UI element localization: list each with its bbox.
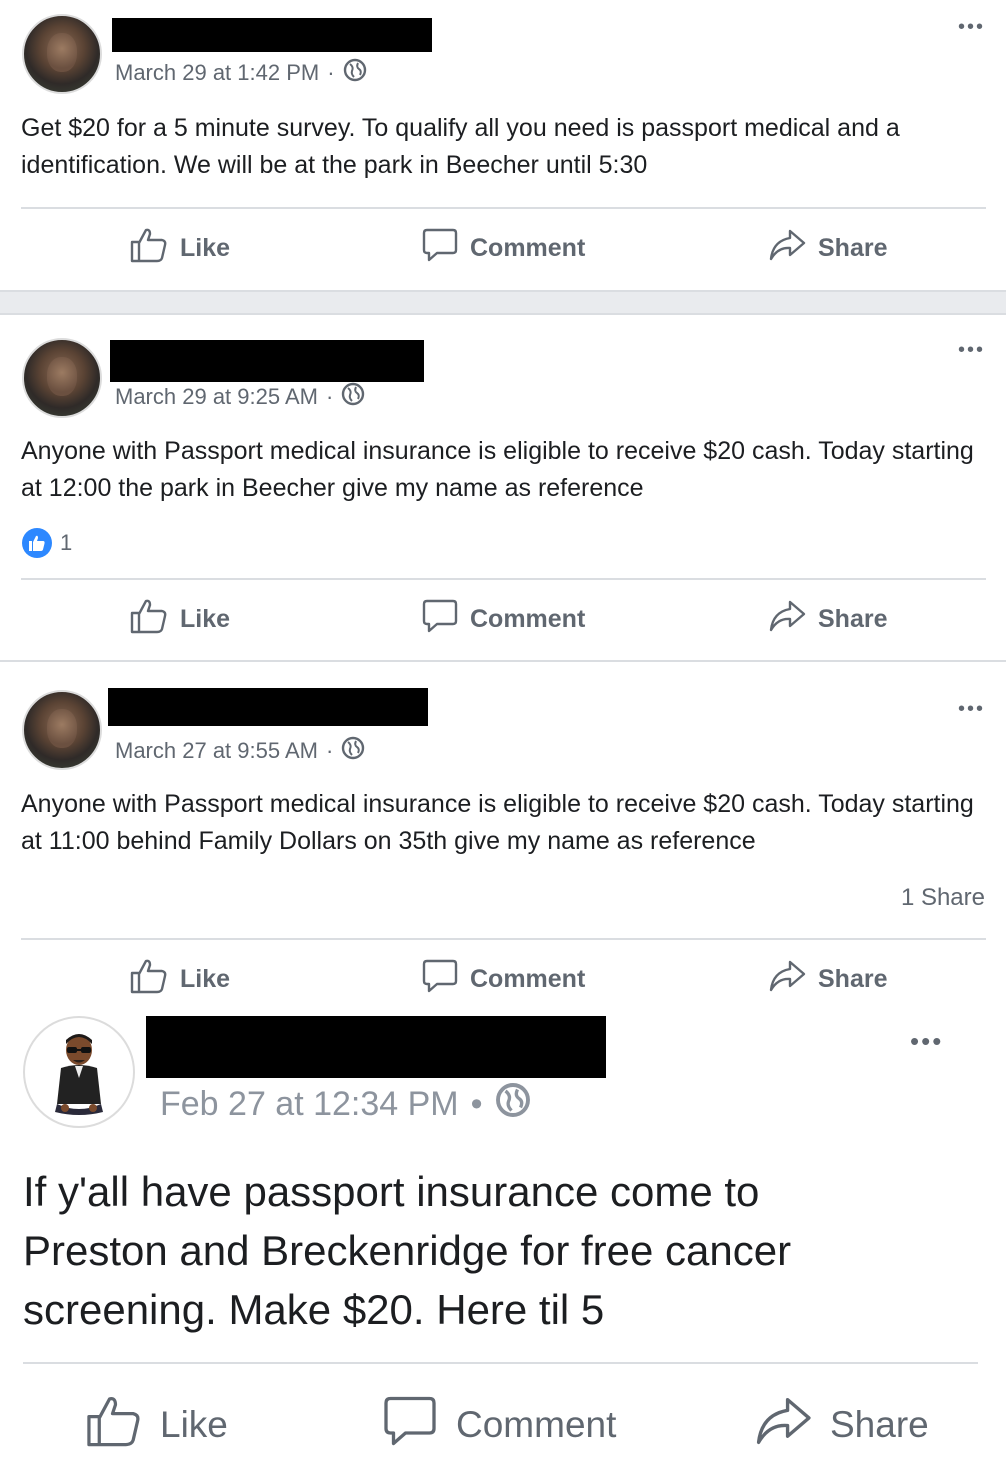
comment-button[interactable]: Comment [422, 218, 585, 278]
post-meta: March 29 at 1:42 PM · [115, 58, 367, 88]
post-4: Feb 27 at 12:34 PM • ••• If y'all have p… [0, 1010, 1006, 1484]
action-bar: Like Comment Share [0, 218, 1006, 278]
comment-label: Comment [470, 964, 586, 993]
share-button[interactable]: Share [768, 949, 887, 1009]
meta-separator: · [326, 738, 334, 763]
like-label: Like [180, 964, 231, 993]
thumbs-up-icon [130, 598, 168, 641]
post-3: March 27 at 9:55 AM · ••• Anyone with Pa… [0, 664, 1006, 1010]
like-label: Like [160, 1404, 228, 1445]
like-button[interactable]: Like [130, 218, 230, 278]
timestamp[interactable]: March 29 at 9:25 AM [115, 384, 318, 410]
comment-label: Comment [470, 233, 586, 262]
action-bar: Like Comment Share [0, 949, 1006, 1009]
meta-separator: • [470, 1085, 483, 1123]
post-text: Get $20 for a 5 minute survey. To qualif… [21, 114, 900, 179]
share-button[interactable]: Share [754, 1390, 929, 1460]
share-label: Share [830, 1404, 929, 1445]
like-reaction-icon [22, 528, 52, 558]
share-arrow-icon [768, 959, 806, 1000]
like-button[interactable]: Like [86, 1390, 228, 1460]
like-button[interactable]: Like [130, 589, 230, 649]
globe-icon [341, 736, 365, 766]
redacted-author-name [108, 688, 428, 726]
share-label: Share [818, 233, 888, 262]
redacted-author-name [112, 18, 432, 52]
more-options-icon[interactable]: ••• [910, 1028, 943, 1054]
more-options-icon[interactable]: ••• [958, 340, 985, 360]
feed-separator [0, 660, 1006, 662]
post-meta: Feb 27 at 12:34 PM • [160, 1082, 531, 1127]
bitmoji-avatar-icon [55, 1034, 103, 1115]
reaction-summary[interactable]: 1 [22, 528, 72, 558]
thumbs-up-icon [130, 958, 168, 1001]
more-options-icon[interactable]: ••• [958, 699, 985, 719]
divider [21, 578, 986, 580]
action-bar: Like Comment Share [0, 1390, 1006, 1460]
speech-bubble-icon [422, 598, 458, 641]
share-count[interactable]: 1 Share [901, 884, 985, 912]
avatar[interactable] [23, 1016, 135, 1128]
post-text: Anyone with Passport medical insurance i… [21, 437, 974, 502]
avatar[interactable] [22, 338, 102, 418]
thumbs-up-icon [86, 1394, 142, 1457]
globe-icon [343, 58, 367, 88]
timestamp[interactable]: Feb 27 at 12:34 PM [160, 1085, 459, 1124]
redacted-author-name [146, 1016, 606, 1078]
post-1: March 29 at 1:42 PM · ••• Get $20 for a … [0, 0, 1006, 290]
divider [21, 207, 986, 209]
meta-separator: · [327, 60, 335, 85]
avatar[interactable] [22, 14, 102, 94]
post-meta: March 27 at 9:55 AM · [115, 736, 365, 766]
post-text: If y'all have passport insurance come to… [23, 1168, 792, 1333]
speech-bubble-icon [382, 1394, 438, 1457]
feed-separator [0, 290, 1006, 315]
comment-button[interactable]: Comment [422, 949, 585, 1009]
post-2: March 29 at 9:25 AM · ••• Anyone with Pa… [0, 315, 1006, 660]
comment-button[interactable]: Comment [382, 1390, 616, 1460]
divider [23, 1362, 978, 1364]
thumbs-up-icon [130, 227, 168, 270]
like-button[interactable]: Like [130, 949, 230, 1009]
comment-button[interactable]: Comment [422, 589, 585, 649]
divider [21, 938, 986, 940]
meta-separator: · [326, 384, 334, 409]
timestamp[interactable]: March 27 at 9:55 AM [115, 738, 318, 764]
comment-label: Comment [456, 1404, 617, 1445]
globe-icon [341, 382, 365, 412]
redacted-author-name [110, 340, 424, 382]
share-arrow-icon [754, 1395, 812, 1456]
avatar[interactable] [22, 690, 102, 770]
like-label: Like [180, 604, 231, 633]
share-arrow-icon [768, 228, 806, 269]
action-bar: Like Comment Share [0, 589, 1006, 649]
reaction-count: 1 [60, 530, 73, 555]
comment-label: Comment [470, 604, 586, 633]
share-label: Share [818, 604, 888, 633]
share-button[interactable]: Share [768, 218, 887, 278]
globe-icon [495, 1082, 531, 1127]
speech-bubble-icon [422, 227, 458, 270]
timestamp[interactable]: March 29 at 1:42 PM [115, 60, 319, 86]
share-label: Share [818, 964, 888, 993]
post-text: Anyone with Passport medical insurance i… [21, 790, 974, 855]
speech-bubble-icon [422, 958, 458, 1001]
like-label: Like [180, 233, 231, 262]
post-meta: March 29 at 9:25 AM · [115, 382, 365, 412]
share-arrow-icon [768, 599, 806, 640]
more-options-icon[interactable]: ••• [958, 17, 985, 37]
share-button[interactable]: Share [768, 589, 887, 649]
